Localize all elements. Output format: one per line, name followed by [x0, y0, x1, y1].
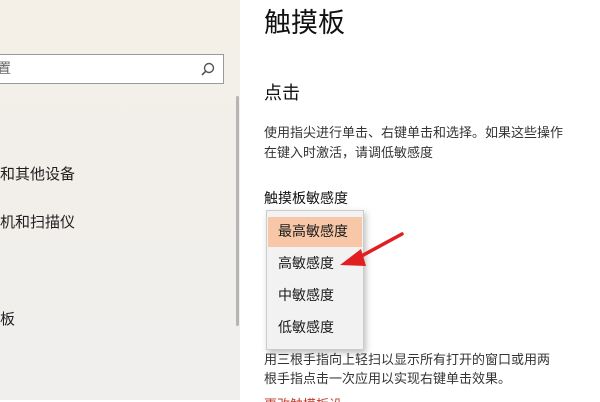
sidebar-item-other-devices[interactable]: 和其他设备 [0, 165, 75, 183]
search-input-text: 置 [0, 61, 11, 77]
gesture-description: 用三根手指向上轻扫以显示所有打开的窗口或用两 根手指点击一次应用以实现右键单击效… [264, 351, 550, 389]
sidebar-item-touchpad[interactable]: 板 [0, 310, 15, 328]
red-arrow-annotation [340, 232, 404, 266]
change-settings-link[interactable]: 更改触摸板设置 [264, 394, 354, 402]
dropdown-option-medium[interactable]: 中敏感度 [268, 281, 362, 311]
section-description-line: 在键入时激活，请调低敏感度 [264, 146, 434, 161]
sidebar: 置 和其他设备 机和扫描仪 板 [0, 0, 240, 400]
dropdown-option-low[interactable]: 低敏感度 [268, 313, 362, 343]
page-title: 触摸板 [264, 8, 345, 39]
touchpad-sensitivity-label: 触摸板敏感度 [264, 191, 348, 207]
sidebar-item-printers-scanners[interactable]: 机和扫描仪 [0, 213, 75, 231]
gesture-description-line: 用三根手指向上轻扫以显示所有打开的窗口或用两 [264, 353, 551, 368]
section-description: 使用指尖进行单击、右键单击和选择。如果这些操作 在键入时激活，请调低敏感度 [264, 124, 600, 164]
search-icon[interactable] [199, 61, 217, 79]
section-description-line: 使用指尖进行单击、右键单击和选择。如果这些操作 [264, 126, 564, 141]
section-title: 点击 [264, 83, 300, 104]
sidebar-scrollbar[interactable] [236, 96, 239, 326]
search-input[interactable]: 置 [0, 54, 224, 84]
gesture-description-line: 根手指点击一次应用以实现右键单击效果。 [264, 372, 512, 387]
